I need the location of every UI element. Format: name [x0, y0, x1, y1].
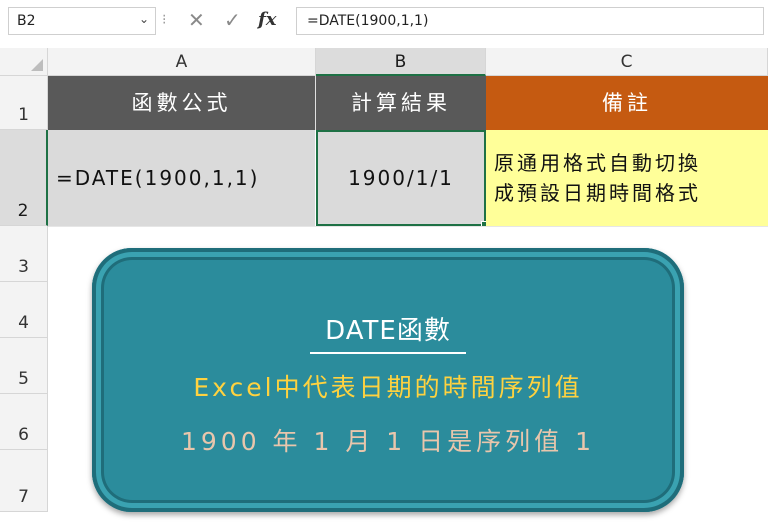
cell-c2-line1: 原通用格式自動切換 — [494, 151, 701, 175]
column-header-c[interactable]: C — [486, 48, 768, 76]
fx-icon[interactable]: fx — [258, 9, 276, 31]
callout-title-underline — [310, 352, 466, 354]
formula-bar: B2 ⌄ ⁝ ✕ ✓ fx =DATE(1900,1,1) — [0, 0, 768, 44]
callout-title: DATE函數 — [325, 316, 451, 346]
cell-c2[interactable]: 原通用格式自動切換 成預設日期時間格式 — [486, 130, 768, 226]
cell-a1[interactable]: 函數公式 — [48, 76, 316, 130]
row-header-5[interactable]: 5 — [0, 338, 48, 394]
cell-c2-line2: 成預設日期時間格式 — [494, 181, 701, 205]
row-header-6[interactable]: 6 — [0, 394, 48, 450]
row-header-3[interactable]: 3 — [0, 226, 48, 282]
cell-b1[interactable]: 計算結果 — [316, 76, 486, 130]
formula-bar-grip-icon: ⁝ — [162, 12, 167, 28]
name-box-value: B2 — [17, 13, 36, 29]
row-header-5-label: 5 — [18, 369, 29, 389]
formula-text: =DATE(1900,1,1) — [307, 13, 429, 29]
cell-b2-selected[interactable]: 1900/1/1 — [316, 130, 486, 226]
row-header-4-label: 4 — [18, 313, 29, 333]
callout-shape[interactable]: DATE函數 Excel中代表日期的時間序列值 1900 年 1 月 1 日是序… — [92, 248, 684, 512]
row-header-3-label: 3 — [18, 257, 29, 277]
row-header-1[interactable]: 1 — [0, 76, 48, 130]
row-header-7-label: 7 — [18, 487, 29, 507]
formula-input[interactable]: =DATE(1900,1,1) — [296, 7, 764, 35]
select-all-corner[interactable] — [0, 48, 48, 76]
cancel-x-icon[interactable]: ✕ — [188, 9, 205, 31]
chevron-down-icon[interactable]: ⌄ — [139, 12, 149, 26]
select-all-triangle-icon — [31, 59, 43, 71]
row-header-4[interactable]: 4 — [0, 282, 48, 338]
callout-line-1: Excel中代表日期的時間序列值 — [193, 373, 583, 402]
cell-c1[interactable]: 備註 — [486, 76, 768, 130]
row-header-1-label: 1 — [18, 105, 29, 125]
cell-a2[interactable]: =DATE(1900,1,1) — [48, 130, 316, 226]
row-header-2-label: 2 — [17, 201, 29, 221]
row-divider — [48, 226, 768, 227]
row-header-2[interactable]: 2 — [0, 130, 48, 226]
row-header-7[interactable]: 7 — [0, 450, 48, 512]
callout-line-2: 1900 年 1 月 1 日是序列值 1 — [180, 427, 596, 456]
column-header-a[interactable]: A — [48, 48, 316, 76]
name-box[interactable]: B2 ⌄ — [8, 7, 156, 35]
column-header-b[interactable]: B — [316, 48, 486, 76]
row-header-6-label: 6 — [18, 425, 29, 445]
check-icon[interactable]: ✓ — [224, 9, 241, 31]
